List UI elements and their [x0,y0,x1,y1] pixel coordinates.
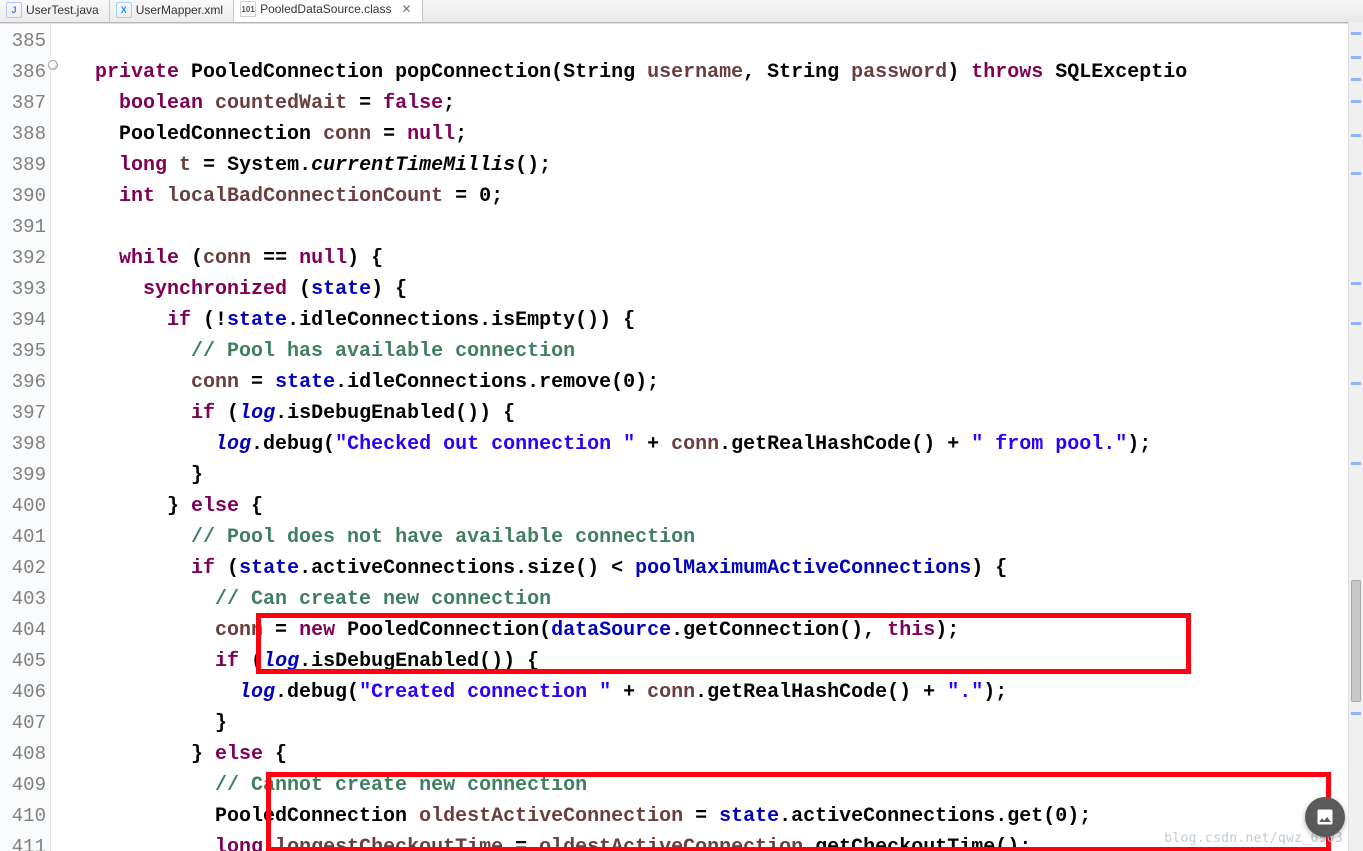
close-icon[interactable]: ✕ [401,2,411,16]
code-viewport[interactable]: private PooledConnection popConnection(S… [51,24,1363,851]
tab-label: PooledDataSource.class [260,2,391,16]
editor-tabbar: J UserTest.java X UserMapper.xml 101 Poo… [0,0,1363,23]
image-fab-button[interactable] [1305,797,1345,837]
source-code[interactable]: private PooledConnection popConnection(S… [51,24,1363,851]
tab-label: UserTest.java [26,3,99,17]
class-file-icon: 101 [240,1,256,17]
tab-usertest-java[interactable]: J UserTest.java [0,0,110,22]
tab-label: UserMapper.xml [136,3,223,17]
picture-icon [1315,807,1335,827]
app-root: J UserTest.java X UserMapper.xml 101 Poo… [0,0,1363,851]
scrollbar-thumb[interactable] [1351,580,1361,702]
java-file-icon: J [6,2,22,18]
tab-usermapper-xml[interactable]: X UserMapper.xml [110,0,234,22]
code-editor[interactable]: 385 386 387 388 389 390 391 392 393 394 … [0,23,1363,851]
line-number-gutter: 385 386 387 388 389 390 391 392 393 394 … [0,24,51,851]
xml-file-icon: X [116,2,132,18]
vertical-scrollbar[interactable] [1348,22,1363,851]
tab-pooleddatasource-class[interactable]: 101 PooledDataSource.class ✕ [234,0,422,22]
